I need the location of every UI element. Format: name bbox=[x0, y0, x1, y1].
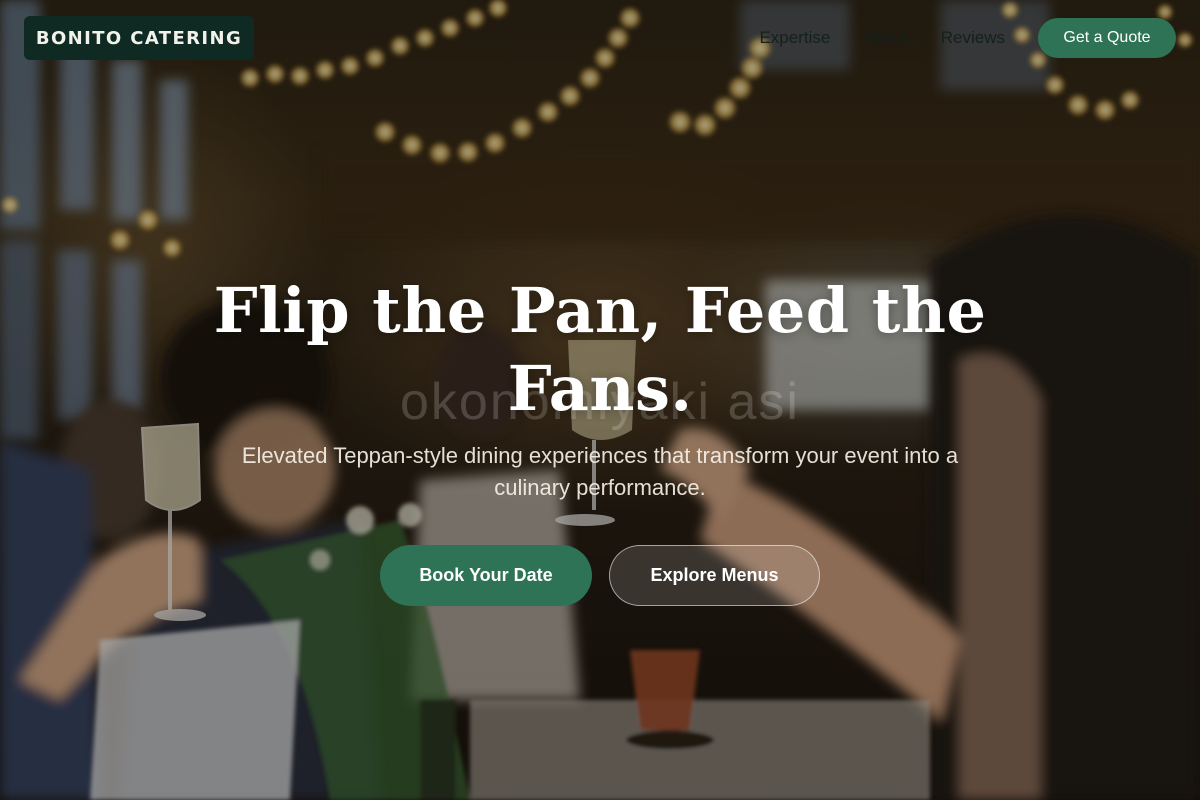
nav-link-expertise[interactable]: Expertise bbox=[759, 28, 830, 48]
main-nav: Expertise About Reviews Get a Quote bbox=[759, 18, 1176, 58]
headline-line-1: Flip the Pan, Feed the bbox=[213, 274, 987, 347]
subtitle-line-2: culinary performance. bbox=[494, 475, 706, 500]
nav-link-reviews[interactable]: Reviews bbox=[941, 28, 1005, 48]
subtitle-line-1: Elevated Teppan-style dining experiences… bbox=[241, 443, 959, 468]
brand-logo[interactable]: BONITO CATERING bbox=[24, 16, 254, 60]
hero-subtitle: Elevated Teppan-style dining experiences… bbox=[170, 440, 1030, 504]
headline-line-2: Fans. bbox=[507, 352, 693, 425]
hero-section: BONITO CATERING Expertise About Reviews … bbox=[0, 0, 1200, 800]
get-quote-button[interactable]: Get a Quote bbox=[1038, 18, 1176, 58]
explore-menus-button[interactable]: Explore Menus bbox=[609, 545, 820, 606]
nav-link-about[interactable]: About bbox=[863, 28, 907, 48]
hero-headline: Flip the Pan, Feed the Fans. bbox=[180, 272, 1020, 428]
book-date-button[interactable]: Book Your Date bbox=[380, 545, 592, 606]
